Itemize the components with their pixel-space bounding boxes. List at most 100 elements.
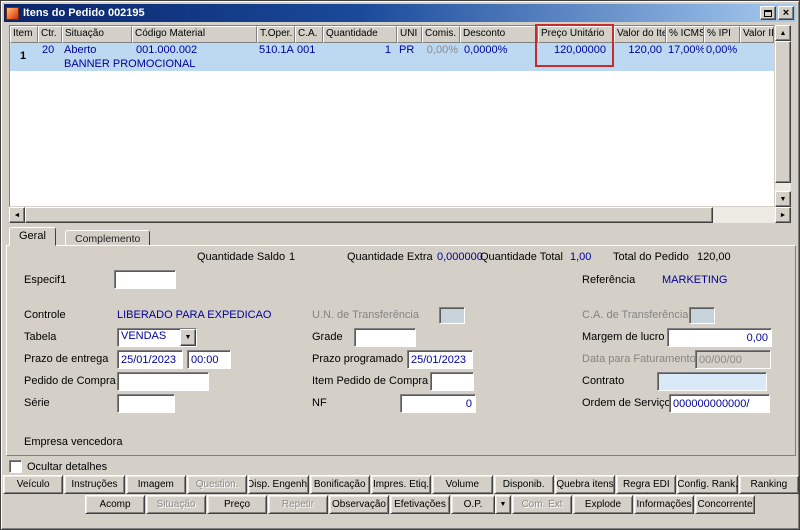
table-row-selected[interactable]: 20 Aberto 001.000.002 510.1A 001 1 PR 0,… [10, 43, 774, 71]
margem-lucro-input[interactable] [667, 328, 772, 347]
vertical-scroll-thumb[interactable] [775, 41, 791, 183]
column-header-ipi[interactable]: % IPI [704, 26, 740, 43]
efetivacoes-button[interactable]: Efetivações [390, 495, 450, 514]
column-header-icms[interactable]: % ICMS [666, 26, 704, 43]
row-cell-uni: PR [399, 44, 415, 56]
scroll-up-icon: ▲ [779, 29, 787, 37]
quantidade-total-value: 1,00 [570, 251, 592, 263]
pedido-compra-input[interactable] [117, 372, 209, 391]
tabela-value: VENDAS [121, 330, 167, 342]
column-header-valor-ipi[interactable]: Valor IPI [740, 26, 774, 43]
volume-button[interactable]: Volume [432, 475, 493, 494]
column-header-item[interactable]: Item [10, 26, 38, 43]
scroll-up-button[interactable]: ▲ [775, 25, 791, 41]
checkbox-box[interactable] [9, 460, 22, 473]
close-icon: × [782, 6, 790, 19]
un-transferencia-label: U.N. de Transferência [312, 309, 419, 321]
veiculo-button[interactable]: Veículo [3, 475, 64, 494]
column-header-situacao[interactable]: Situação [62, 26, 132, 43]
config-rank-button[interactable]: Config. Rank. [677, 475, 738, 494]
prazo-programado-input[interactable] [407, 350, 473, 369]
column-header-ctr[interactable]: Ctr. [38, 26, 62, 43]
serie-input[interactable] [117, 394, 175, 413]
maximize-button[interactable] [760, 6, 776, 20]
row-cell-ca: 001 [297, 44, 316, 56]
scroll-left-button[interactable]: ◄ [9, 207, 25, 223]
row-item-number: 1 [20, 50, 27, 62]
quebra-itens-button[interactable]: Quebra itens [554, 475, 616, 494]
row-cell-ipi: 0,00% [706, 44, 738, 56]
horizontal-scroll-thumb[interactable] [25, 207, 713, 223]
prazo-entrega-time-input[interactable] [187, 350, 231, 369]
regra-edi-button[interactable]: Regra EDI [616, 475, 677, 494]
row-cell-codigo-material: 001.000.002 [136, 44, 198, 56]
column-header-quantidade[interactable]: Quantidade [323, 26, 397, 43]
row-description: BANNER PROMOCIONAL [64, 58, 196, 70]
column-header-codigo-material[interactable]: Código Material [132, 26, 257, 43]
scroll-down-icon: ▼ [779, 195, 787, 203]
ordem-servico-input[interactable] [669, 394, 770, 413]
contrato-input[interactable] [657, 372, 767, 391]
ca-transferencia-label: C.A. de Transferência [582, 309, 689, 321]
horizontal-scrollbar[interactable]: ◄ ► [9, 207, 791, 223]
column-header-valor-do-item[interactable]: Valor do Item [614, 26, 666, 43]
column-header-uni[interactable]: UNI [397, 26, 422, 43]
contrato-label: Contrato [582, 375, 625, 387]
nf-input[interactable] [400, 394, 476, 413]
maximize-icon [764, 9, 772, 17]
scroll-down-button[interactable]: ▼ [775, 191, 791, 207]
observacao-button[interactable]: Observação [329, 495, 389, 514]
explode-button[interactable]: Explode [573, 495, 633, 514]
row-cell-valor-ipi [740, 43, 774, 57]
acomp-button[interactable]: Acomp [85, 495, 145, 514]
instrucoes-button[interactable]: Instruções [64, 475, 125, 494]
ranking-button[interactable]: Ranking [738, 475, 800, 494]
row-cell-comis: 0,00% [426, 44, 458, 56]
situacao-button: Situação [146, 495, 206, 514]
item-pedido-compra-input[interactable] [430, 372, 474, 391]
chevron-down-icon[interactable]: ▼ [180, 329, 196, 346]
column-header-toper[interactable]: T.Oper. [257, 26, 295, 43]
close-button[interactable]: × [778, 6, 794, 20]
informacoes-button[interactable]: Informações [634, 495, 694, 514]
row-values: 20 Aberto 001.000.002 510.1A 001 1 PR 0,… [10, 43, 774, 57]
impres-etiq-button[interactable]: Impres. Etiq. [370, 475, 432, 494]
imagem-button[interactable]: Imagem [125, 475, 186, 494]
op-button[interactable]: O.P. [451, 495, 495, 514]
column-header-ca[interactable]: C.A. [295, 26, 323, 43]
grade-input[interactable] [354, 328, 416, 347]
op-dropdown-button[interactable]: ▼ [495, 495, 511, 514]
items-grid: Item Ctr. Situação Código Material T.Ope… [9, 25, 775, 207]
column-header-comis[interactable]: Comis. [422, 26, 460, 43]
window-title: Itens do Pedido 002195 [23, 7, 145, 19]
geral-tab-panel: Quantidade Saldo 1 Quantidade Extra 0,00… [6, 245, 796, 456]
ocultar-detalhes-label: Ocultar detalhes [27, 460, 108, 473]
vertical-scrollbar[interactable]: ▲ ▼ [775, 25, 791, 207]
preco-button[interactable]: Preço [207, 495, 267, 514]
quantidade-extra-value: 0,000000 [437, 251, 483, 263]
com-ext-button: Com. Ext [512, 495, 572, 514]
row-cell-preco-unitario: 120,00000 [554, 44, 606, 56]
row-cell-desconto: 0,0000% [464, 44, 508, 56]
scroll-right-icon: ► [779, 211, 787, 219]
scroll-right-button[interactable]: ► [775, 207, 791, 223]
concorrente-button[interactable]: Concorrente [695, 495, 755, 514]
column-header-preco-unitario[interactable]: Preço Unitário [538, 26, 614, 43]
disp-engenh-button[interactable]: Disp. Engenh. [248, 475, 309, 494]
window-icon [6, 6, 19, 20]
tab-geral[interactable]: Geral [9, 227, 56, 246]
button-row-2: Acomp Situação Preço Repetir Observação … [85, 495, 755, 514]
row-cell-valor-do-item: 120,00 [628, 44, 662, 56]
empresa-vencedora-label: Empresa vencedora [24, 436, 123, 448]
bonificacao-button[interactable]: Bonificação [309, 475, 370, 494]
tabela-select[interactable]: VENDAS ▼ [117, 328, 197, 347]
data-faturamento-input [695, 350, 771, 369]
row-cell-toper: 510.1A [259, 44, 294, 56]
tab-complemento[interactable]: Complemento [65, 230, 151, 246]
ocultar-detalhes-checkbox[interactable]: Ocultar detalhes [9, 460, 107, 473]
column-header-desconto[interactable]: Desconto [460, 26, 538, 43]
prazo-entrega-date-input[interactable] [117, 350, 183, 369]
quantidade-saldo-label: Quantidade Saldo [197, 251, 286, 263]
disponib-button[interactable]: Disponib. [493, 475, 554, 494]
especif1-input[interactable] [114, 270, 176, 289]
